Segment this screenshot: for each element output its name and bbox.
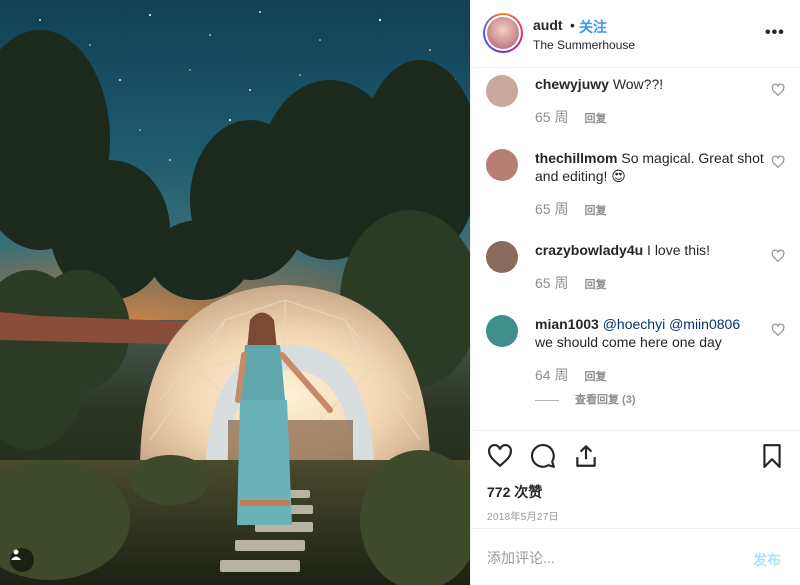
view-replies-label: 查看回复 (3) bbox=[575, 394, 636, 406]
comment-body: Wow??! bbox=[612, 76, 664, 92]
view-replies-button[interactable]: 查看回复 (3) bbox=[535, 391, 636, 407]
post-header: audt • 关注 The Summerhouse ••• bbox=[471, 0, 800, 68]
like-comment-icon[interactable] bbox=[771, 83, 785, 97]
more-options-icon[interactable]: ••• bbox=[765, 24, 785, 42]
comment-meta: 65 周 回复 bbox=[535, 199, 606, 219]
post-date: 2018年5月27日 bbox=[487, 512, 559, 523]
comment-text: mian1003 @hoechyi @miin0806 we should co… bbox=[535, 315, 765, 351]
comment-body: I love this! bbox=[647, 242, 711, 258]
comment-meta: 65 周 回复 bbox=[535, 107, 606, 127]
reply-button[interactable]: 回复 bbox=[584, 279, 606, 291]
comment-input[interactable] bbox=[487, 547, 727, 569]
comment-meta: 64 周 回复 bbox=[535, 365, 606, 385]
post-photo[interactable] bbox=[0, 0, 470, 585]
comment-body: we should come here one day bbox=[535, 334, 722, 350]
like-comment-icon[interactable] bbox=[771, 249, 785, 263]
follow-button[interactable]: 关注 bbox=[579, 17, 607, 37]
post-image bbox=[0, 11, 470, 585]
commenter-username[interactable]: chewyjuwy bbox=[535, 76, 609, 92]
comment-text: thechillmom So magical. Great shot and e… bbox=[535, 149, 765, 185]
reply-button[interactable]: 回复 bbox=[584, 113, 606, 125]
comment-meta: 65 周 回复 bbox=[535, 273, 606, 293]
like-comment-icon[interactable] bbox=[771, 155, 785, 169]
comment-time: 65 周 bbox=[535, 201, 569, 217]
commenter-avatar[interactable] bbox=[486, 315, 518, 347]
comment-time: 64 周 bbox=[535, 367, 569, 383]
comment-text: chewyjuwy Wow??! bbox=[535, 75, 765, 93]
comment-text: crazybowlady4u I love this! bbox=[535, 241, 765, 259]
comment-time: 65 周 bbox=[535, 109, 569, 125]
commenter-username[interactable]: crazybowlady4u bbox=[535, 242, 643, 258]
comment-icon[interactable] bbox=[530, 443, 556, 469]
add-comment-bar: 发布 bbox=[471, 528, 800, 585]
reply-button[interactable]: 回复 bbox=[584, 371, 606, 383]
post-comment-button[interactable]: 发布 bbox=[753, 550, 781, 570]
likes-count[interactable]: 772 次赞 bbox=[487, 482, 542, 502]
comment-time: 65 周 bbox=[535, 275, 569, 291]
share-icon[interactable] bbox=[573, 443, 599, 469]
author-username[interactable]: audt bbox=[533, 17, 563, 33]
like-icon[interactable] bbox=[487, 443, 513, 469]
location-link[interactable]: The Summerhouse bbox=[533, 38, 635, 52]
like-comment-icon[interactable] bbox=[771, 323, 785, 337]
commenter-username[interactable]: thechillmom bbox=[535, 150, 617, 166]
post-actions bbox=[471, 430, 800, 474]
reply-button[interactable]: 回复 bbox=[584, 205, 606, 217]
replies-divider bbox=[535, 399, 559, 401]
author-avatar[interactable] bbox=[483, 13, 523, 53]
bookmark-icon[interactable] bbox=[759, 443, 785, 469]
comments-list[interactable]: chewyjuwy Wow??! 65 周回复 thechillmom So m… bbox=[471, 69, 800, 430]
separator-dot: • bbox=[570, 17, 575, 33]
tagged-user-icon[interactable] bbox=[10, 548, 34, 572]
commenter-username[interactable]: mian1003 bbox=[535, 316, 599, 332]
post-details-panel: audt • 关注 The Summerhouse ••• chewyjuwy … bbox=[470, 0, 800, 585]
person-icon bbox=[11, 549, 21, 560]
commenter-avatar[interactable] bbox=[486, 241, 518, 273]
commenter-avatar[interactable] bbox=[486, 149, 518, 181]
comment-mentions[interactable]: @hoechyi @miin0806 bbox=[603, 316, 740, 332]
commenter-avatar[interactable] bbox=[486, 75, 518, 107]
